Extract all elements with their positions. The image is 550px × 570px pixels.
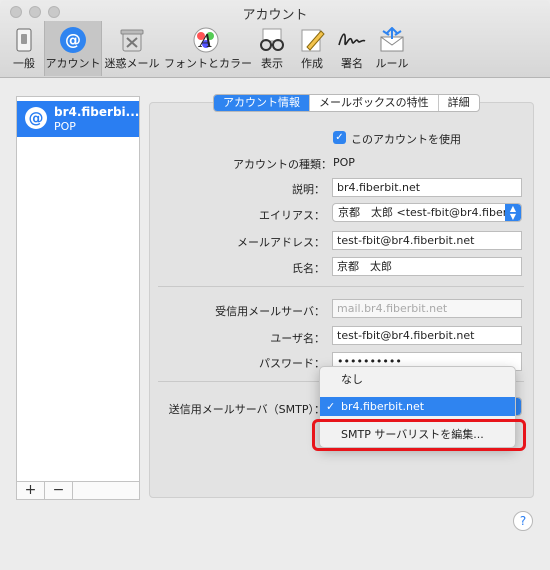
toolbar-viewing[interactable]: 表示 (254, 21, 290, 76)
username-field[interactable]: test-fbit@br4.fiberbit.net (332, 326, 522, 345)
email-label: メールアドレス： (237, 236, 325, 249)
email-field[interactable]: test-fbit@br4.fiberbit.net (332, 231, 522, 250)
menu-item-none[interactable]: なし (320, 370, 515, 389)
at-sign-icon: @ (58, 26, 88, 54)
description-field[interactable]: br4.fiberbit.net (332, 178, 522, 197)
phone-switch-icon (9, 26, 39, 54)
chevron-updown-icon: ▲▼ (505, 204, 521, 221)
section-divider (158, 286, 524, 287)
junk-trash-icon (117, 26, 147, 54)
font-color-icon: A (191, 26, 221, 54)
enable-account-checkbox[interactable]: ✓ (333, 131, 346, 144)
compose-pencil-icon (297, 26, 327, 54)
account-list-controls: + − (16, 481, 140, 500)
glasses-icon (257, 26, 287, 54)
title-bar: アカウント 一般 @ アカウント 迷惑メール A フォントとカラー 表示 作成 … (0, 0, 550, 78)
toolbar-composing[interactable]: 作成 (294, 21, 330, 76)
alias-label: エイリアス： (259, 209, 325, 222)
menu-item-smtp-server[interactable]: ✓ br4.fiberbit.net (320, 397, 515, 416)
remove-account-button[interactable]: − (45, 482, 73, 499)
toolbar-general[interactable]: 一般 (6, 21, 42, 76)
toolbar-fonts-colors[interactable]: A フォントとカラー (164, 21, 252, 76)
svg-text:A: A (198, 31, 213, 52)
add-account-button[interactable]: + (17, 482, 45, 499)
preferences-window: アカウント 一般 @ アカウント 迷惑メール A フォントとカラー 表示 作成 … (0, 0, 550, 570)
help-button[interactable]: ? (513, 511, 533, 531)
full-name-field[interactable]: 京都 太郎 (332, 257, 522, 276)
enable-account-label: このアカウントを使用 (351, 133, 461, 146)
username-label: ユーザ名： (270, 332, 325, 345)
account-list: @ br4.fiberbi... POP (16, 96, 140, 500)
account-type-value: POP (333, 156, 355, 169)
alias-select[interactable]: 京都 太郎 <test-fbit@br4.fiberbit.net> ▲▼ (332, 203, 522, 222)
full-name-label: 氏名： (292, 262, 325, 275)
toolbar-junk[interactable]: 迷惑メール (104, 21, 160, 76)
smtp-server-label: 送信用メールサーバ（SMTP）： (168, 403, 325, 416)
rules-envelope-icon (377, 26, 407, 54)
highlight-annotation (312, 419, 526, 451)
alias-select-value: 京都 太郎 <test-fbit@br4.fiberbit.net> (338, 206, 521, 219)
toolbar-signatures[interactable]: 署名 (334, 21, 370, 76)
toolbar-accounts[interactable]: @ アカウント (44, 21, 102, 76)
description-label: 説明： (292, 183, 325, 196)
tab-mailbox-behaviors[interactable]: メールボックスの特性 (310, 95, 439, 111)
at-sign-icon: @ (25, 107, 47, 129)
account-list-item[interactable]: @ br4.fiberbi... POP (17, 101, 139, 137)
svg-text:@: @ (65, 30, 81, 49)
tab-bar: アカウント情報 メールボックスの特性 詳細 (213, 94, 480, 112)
account-type: POP (54, 120, 76, 133)
incoming-server-label: 受信用メールサーバ： (215, 305, 325, 318)
password-label: パスワード： (259, 357, 325, 370)
tab-advanced[interactable]: 詳細 (439, 95, 479, 111)
account-name: br4.fiberbi... (54, 105, 140, 119)
incoming-server-field[interactable]: mail.br4.fiberbit.net (332, 299, 522, 318)
account-type-label: アカウントの種類： (233, 158, 332, 171)
checkmark-icon: ✓ (326, 400, 336, 413)
toolbar-rules[interactable]: ルール (372, 21, 412, 76)
tab-account-info[interactable]: アカウント情報 (214, 95, 310, 111)
signature-icon (337, 26, 367, 54)
